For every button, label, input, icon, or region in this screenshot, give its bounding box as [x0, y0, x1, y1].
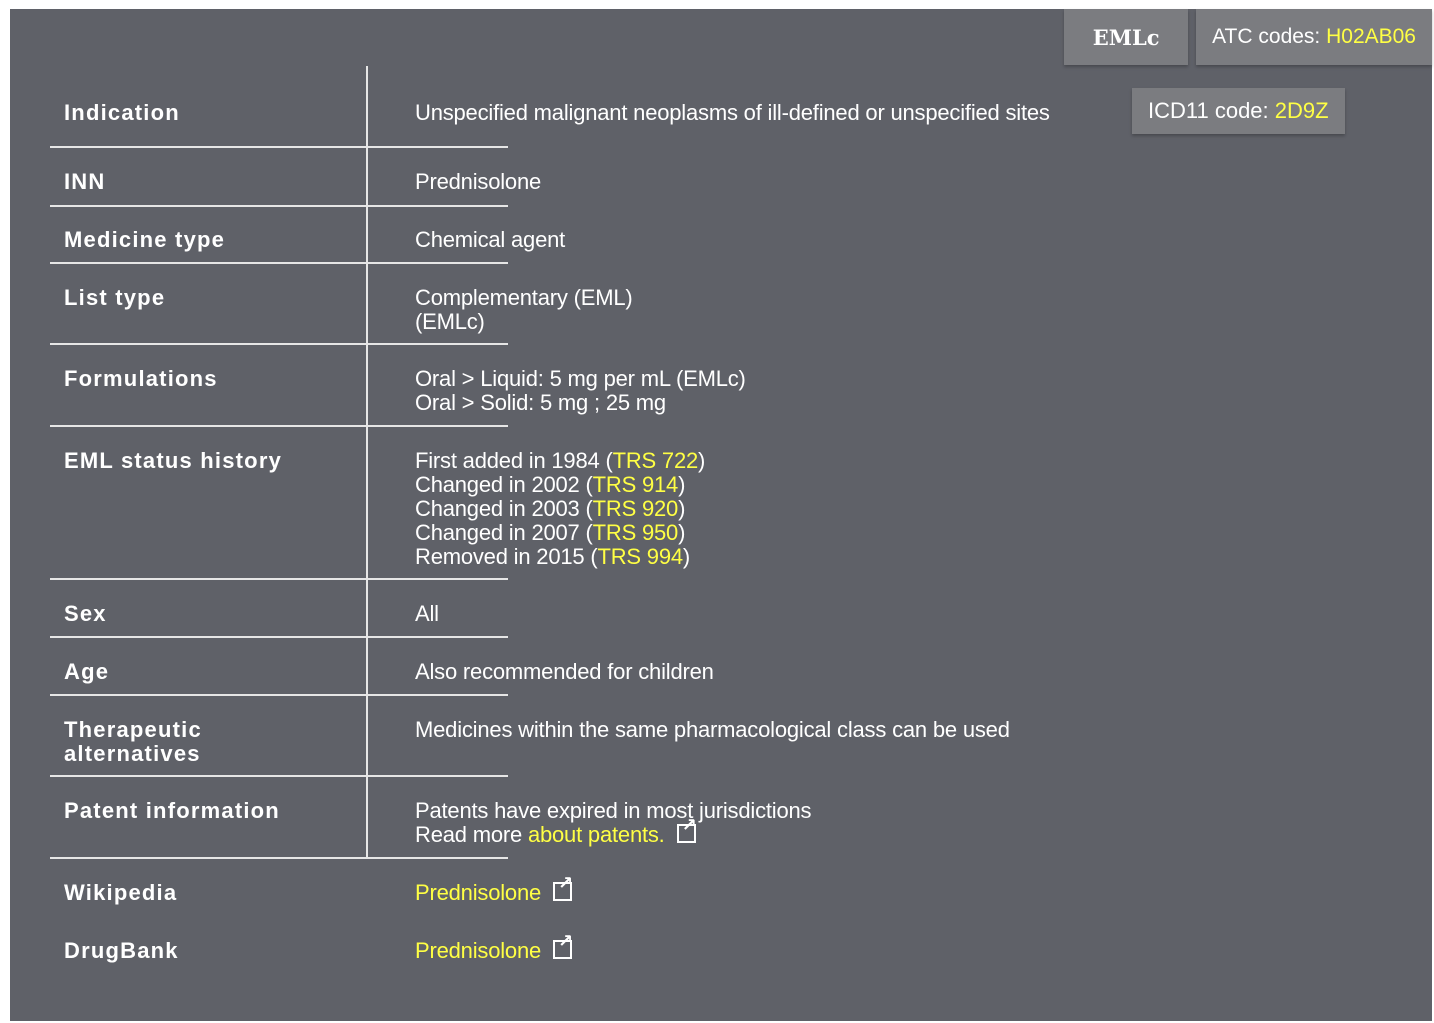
read-more-text: Read more: [415, 822, 528, 847]
status-entry-close: ): [678, 496, 686, 521]
medicine-type-value: Chemical agent: [415, 227, 566, 252]
formulations-label: Formulations: [64, 366, 218, 391]
drugbank-link[interactable]: Prednisolone: [415, 938, 541, 963]
row-medicine-type: Medicine type Chemical agent: [50, 207, 1410, 264]
list-type-line: (EMLc): [415, 309, 485, 334]
patent-information-value: Patents have expired in most jurisdictio…: [415, 798, 812, 847]
icd11-code-link[interactable]: 2D9Z: [1275, 98, 1329, 124]
wikipedia-value: Prednisolone: [415, 874, 573, 905]
status-entry-text: Changed in 2002 (: [415, 472, 593, 497]
age-value: Also recommended for children: [415, 659, 714, 684]
formulations-value: Oral > Liquid: 5 mg per mL (EMLc) Oral >…: [415, 367, 746, 415]
list-type-label: List type: [64, 285, 166, 310]
top-tabs: EMLc ATC codes: H02AB06: [1064, 9, 1432, 65]
row-indication: Indication Unspecified malignant neoplas…: [50, 66, 1410, 148]
atc-code-link[interactable]: H02AB06: [1326, 25, 1416, 49]
indication-label: Indication: [64, 100, 180, 125]
inn-value: Prednisolone: [415, 169, 542, 194]
icd11-code-label: ICD11 code:: [1148, 98, 1275, 123]
row-list-type: List type Complementary (EML) (EMLc): [50, 264, 1410, 345]
status-entry: Removed in 2015 (TRS 994): [415, 545, 705, 569]
wikipedia-label: Wikipedia: [64, 880, 178, 905]
age-label: Age: [64, 659, 110, 684]
atc-codes-tab: ATC codes: H02AB06: [1196, 9, 1432, 65]
trs-link[interactable]: TRS 920: [593, 496, 679, 521]
status-entry: Changed in 2007 (TRS 950): [415, 521, 705, 545]
row-sex: Sex All: [50, 580, 1410, 638]
row-age: Age Also recommended for children: [50, 638, 1410, 696]
row-drugbank: DrugBank Prednisolone: [50, 917, 1410, 975]
status-entry-close: ): [698, 448, 706, 473]
status-entry-text: Removed in 2015 (: [415, 544, 598, 569]
label-line: Therapeutic: [64, 717, 202, 742]
medicine-info-panel: EMLc ATC codes: H02AB06 Indication Unspe…: [10, 9, 1432, 1021]
status-entry: First added in 1984 (TRS 722): [415, 449, 705, 473]
eml-status-history-label: EML status history: [64, 448, 283, 473]
trs-link[interactable]: TRS 722: [613, 448, 699, 473]
status-entry-text: Changed in 2007 (: [415, 520, 593, 545]
status-entry: Changed in 2002 (TRS 914): [415, 473, 705, 497]
emlc-tab[interactable]: EMLc: [1064, 9, 1189, 65]
sex-label: Sex: [64, 601, 107, 626]
patent-line: Patents have expired in most jurisdictio…: [415, 798, 812, 823]
patent-read-more: Read more about patents.: [415, 816, 811, 847]
status-entry-close: ): [678, 472, 686, 497]
about-patents-link[interactable]: about patents.: [528, 822, 665, 847]
formulation-line: Oral > Solid: 5 mg ; 25 mg: [415, 390, 666, 415]
therapeutic-alternatives-value: Medicines within the same pharmacologica…: [415, 717, 1010, 742]
external-link-icon[interactable]: [553, 932, 573, 959]
row-wikipedia: Wikipedia Prednisolone: [50, 859, 1410, 917]
trs-link[interactable]: TRS 914: [593, 472, 679, 497]
external-link-icon[interactable]: [676, 816, 696, 843]
icd11-code-button: ICD11 code: 2D9Z: [1132, 88, 1345, 134]
sex-value: All: [415, 601, 439, 626]
status-entry-text: First added in 1984 (: [415, 448, 613, 473]
patent-information-label: Patent information: [64, 798, 280, 823]
trs-link[interactable]: TRS 994: [597, 544, 683, 569]
inn-label: INN: [64, 169, 106, 194]
status-entry: Changed in 2003 (TRS 920): [415, 497, 705, 521]
row-formulations: Formulations Oral > Liquid: 5 mg per mL …: [50, 345, 1410, 427]
medicine-type-label: Medicine type: [64, 227, 226, 252]
row-therapeutic-alternatives: Therapeutic alternatives Medicines withi…: [50, 696, 1410, 777]
trs-link[interactable]: TRS 950: [593, 520, 679, 545]
label-line: alternatives: [64, 741, 201, 766]
formulation-line: Oral > Liquid: 5 mg per mL (EMLc): [415, 366, 746, 391]
therapeutic-alternatives-label: Therapeutic alternatives: [64, 718, 202, 766]
indication-value: Unspecified malignant neoplasms of ill-d…: [415, 100, 1050, 125]
drugbank-value: Prednisolone: [415, 932, 573, 963]
drugbank-label: DrugBank: [64, 938, 179, 963]
wikipedia-link[interactable]: Prednisolone: [415, 880, 541, 905]
row-eml-status-history: EML status history First added in 1984 (…: [50, 427, 1410, 580]
status-entry-close: ): [678, 520, 686, 545]
status-entry-text: Changed in 2003 (: [415, 496, 593, 521]
atc-codes-label: ATC codes:: [1212, 25, 1327, 48]
list-type-value: Complementary (EML) (EMLc): [415, 285, 633, 334]
external-link-icon[interactable]: [553, 874, 573, 901]
list-type-line: Complementary (EML): [415, 285, 633, 310]
row-patent-information: Patent information Patents have expired …: [50, 777, 1410, 859]
row-inn: INN Prednisolone: [50, 148, 1410, 207]
eml-status-history-value: First added in 1984 (TRS 722) Changed in…: [415, 449, 705, 569]
status-entry-close: ): [682, 544, 691, 569]
